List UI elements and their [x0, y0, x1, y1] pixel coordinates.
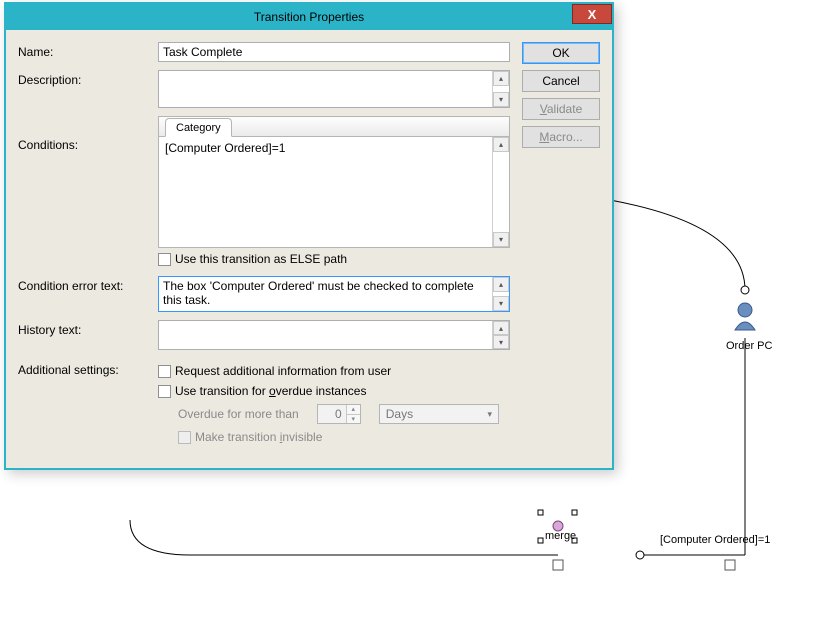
tab-category[interactable]: Category [165, 118, 232, 137]
conditions-tabhost: Category ▴ ▾ [158, 116, 510, 248]
close-button[interactable]: X [572, 4, 612, 24]
conditions-label: Conditions: [18, 116, 158, 152]
macro-button[interactable]: Macro... [522, 126, 600, 148]
dialog-title: Transition Properties [254, 10, 364, 24]
overdue-checkbox[interactable] [158, 385, 171, 398]
history-scroll-down[interactable]: ▾ [493, 335, 509, 349]
history-label: History text: [18, 320, 158, 337]
condition-error-input[interactable] [159, 277, 492, 311]
else-path-label: Use this transition as ELSE path [175, 252, 347, 266]
node-order-pc-label: Order PC [726, 340, 772, 352]
history-scroll-up[interactable]: ▴ [493, 321, 509, 335]
name-label: Name: [18, 42, 158, 59]
error-scroll-down[interactable]: ▾ [493, 296, 509, 311]
transition-properties-dialog: Transition Properties X Name: Descriptio… [4, 2, 614, 470]
validate-button[interactable]: Validate [522, 98, 600, 120]
request-info-checkbox[interactable] [158, 365, 171, 378]
close-icon: X [588, 7, 597, 22]
overdue-spin-up[interactable]: ▴ [346, 405, 360, 415]
condition-error-label: Condition error text: [18, 276, 158, 293]
history-input[interactable] [159, 321, 492, 349]
description-label: Description: [18, 70, 158, 87]
description-scroll-down[interactable]: ▾ [493, 92, 509, 107]
description-input[interactable] [159, 71, 492, 107]
overdue-label: Use transition for overdue instances [175, 384, 366, 398]
overdue-unit-combo[interactable]: Days ▾ [379, 404, 499, 424]
name-input[interactable] [158, 42, 510, 62]
edge-label: [Computer Ordered]=1 [660, 534, 770, 546]
invisible-checkbox [178, 431, 191, 444]
request-info-label: Request additional information from user [175, 364, 391, 378]
conditions-scroll-down[interactable]: ▾ [493, 232, 509, 247]
overdue-number-input[interactable]: 0 ▴▾ [317, 404, 361, 424]
overdue-for-label: Overdue for more than [178, 407, 299, 421]
actor-icon [735, 303, 755, 330]
titlebar: Transition Properties X [6, 4, 612, 30]
additional-label: Additional settings: [18, 360, 158, 377]
ok-button[interactable]: OK [522, 42, 600, 64]
invisible-label: Make transition invisible [195, 430, 322, 444]
else-path-checkbox[interactable] [158, 253, 171, 266]
conditions-scroll-up[interactable]: ▴ [493, 137, 509, 152]
overdue-spin-down[interactable]: ▾ [346, 415, 360, 424]
description-scroll-up[interactable]: ▴ [493, 71, 509, 86]
chevron-down-icon: ▾ [482, 409, 498, 420]
node-merge-label: merge [545, 530, 576, 542]
cancel-button[interactable]: Cancel [522, 70, 600, 92]
error-scroll-up[interactable]: ▴ [493, 277, 509, 292]
conditions-input[interactable] [159, 137, 492, 247]
